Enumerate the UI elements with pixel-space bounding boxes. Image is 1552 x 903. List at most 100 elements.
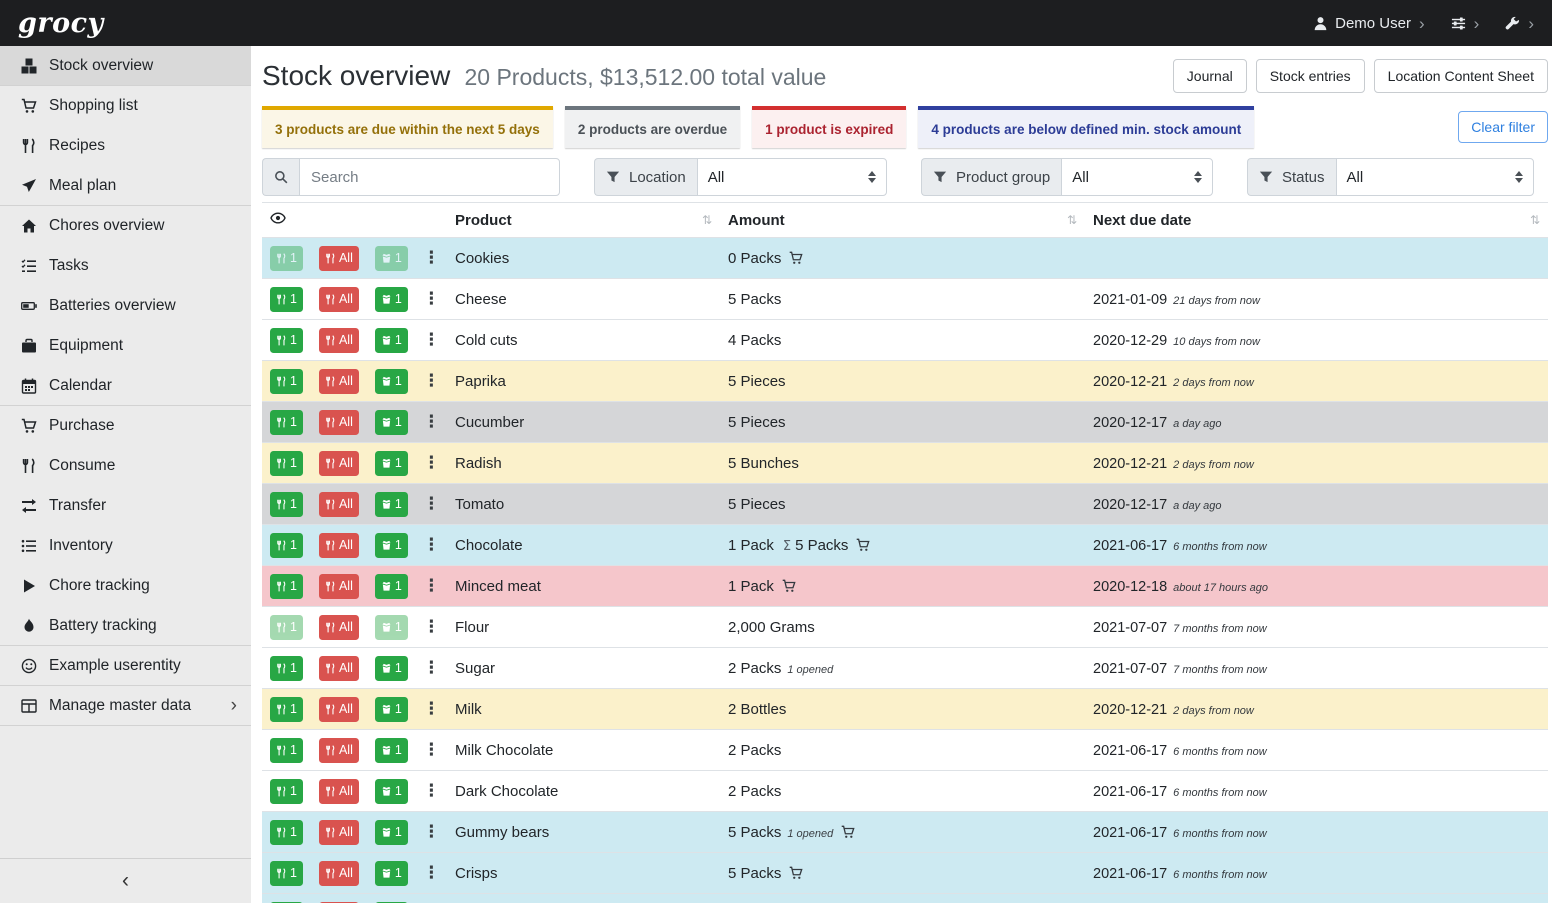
consume-all-button[interactable]: All xyxy=(319,287,359,312)
sidebar-item-equipment[interactable]: Equipment xyxy=(0,326,251,366)
row-menu-button[interactable]: ⋮ xyxy=(420,779,443,804)
open-one-button[interactable]: 1 xyxy=(375,779,408,804)
row-menu-button[interactable]: ⋮ xyxy=(420,533,443,558)
sidebar-item-calendar[interactable]: Calendar xyxy=(0,366,251,406)
open-one-button[interactable]: 1 xyxy=(375,656,408,681)
open-one-button[interactable]: 1 xyxy=(375,451,408,476)
admin-menu[interactable]: › xyxy=(1505,15,1534,32)
sidebar-item-battery-tracking[interactable]: Battery tracking xyxy=(0,606,251,646)
user-menu[interactable]: Demo User › xyxy=(1313,15,1425,32)
product-group-select[interactable]: All xyxy=(1061,158,1213,196)
consume-one-button[interactable]: 1 xyxy=(270,656,303,681)
consume-one-button[interactable]: 1 xyxy=(270,533,303,558)
consume-all-button[interactable]: All xyxy=(319,533,359,558)
row-menu-button[interactable]: ⋮ xyxy=(420,246,443,271)
consume-all-button[interactable]: All xyxy=(319,779,359,804)
sidebar-item-chores-overview[interactable]: Chores overview xyxy=(0,206,251,246)
consume-one-button[interactable]: 1 xyxy=(270,615,303,640)
open-one-button[interactable]: 1 xyxy=(375,738,408,763)
status-select[interactable]: All xyxy=(1336,158,1534,196)
status-banner-warning[interactable]: 3 products are due within the next 5 day… xyxy=(262,106,553,148)
consume-all-button[interactable]: All xyxy=(319,656,359,681)
open-one-button[interactable]: 1 xyxy=(375,246,408,271)
row-menu-button[interactable]: ⋮ xyxy=(420,451,443,476)
sidebar-item-transfer[interactable]: Transfer xyxy=(0,486,251,526)
consume-one-button[interactable]: 1 xyxy=(270,738,303,763)
sidebar-collapse-button[interactable]: ‹ xyxy=(0,858,251,903)
status-banner-info[interactable]: 4 products are below defined min. stock … xyxy=(918,106,1254,148)
consume-one-button[interactable]: 1 xyxy=(270,410,303,435)
sidebar-item-example-userentity[interactable]: Example userentity xyxy=(0,646,251,686)
consume-all-button[interactable]: All xyxy=(319,615,359,640)
consume-all-button[interactable]: All xyxy=(319,574,359,599)
open-one-button[interactable]: 1 xyxy=(375,615,408,640)
row-menu-button[interactable]: ⋮ xyxy=(420,492,443,517)
open-one-button[interactable]: 1 xyxy=(375,820,408,845)
consume-one-button[interactable]: 1 xyxy=(270,287,303,312)
column-header-next-due-date[interactable]: Next due date ⇅ xyxy=(1085,203,1548,238)
consume-one-button[interactable]: 1 xyxy=(270,369,303,394)
sidebar-item-manage-master-data[interactable]: Manage master data › xyxy=(0,686,251,726)
open-one-button[interactable]: 1 xyxy=(375,574,408,599)
settings-menu[interactable]: › xyxy=(1451,15,1480,32)
sidebar-item-batteries-overview[interactable]: Batteries overview xyxy=(0,286,251,326)
column-header-amount[interactable]: Amount ⇅ xyxy=(720,203,1085,238)
sidebar-item-recipes[interactable]: Recipes xyxy=(0,126,251,166)
stock-entries-button[interactable]: Stock entries xyxy=(1256,59,1365,93)
row-menu-button[interactable]: ⋮ xyxy=(420,615,443,640)
consume-all-button[interactable]: All xyxy=(319,861,359,886)
row-menu-button[interactable]: ⋮ xyxy=(420,574,443,599)
row-menu-button[interactable]: ⋮ xyxy=(420,656,443,681)
row-menu-button[interactable]: ⋮ xyxy=(420,410,443,435)
status-banner-secondary[interactable]: 2 products are overdue xyxy=(565,106,740,148)
open-one-button[interactable]: 1 xyxy=(375,533,408,558)
consume-one-button[interactable]: 1 xyxy=(270,328,303,353)
sidebar-item-shopping-list[interactable]: Shopping list xyxy=(0,86,251,126)
journal-button[interactable]: Journal xyxy=(1173,59,1247,93)
status-banner-danger[interactable]: 1 product is expired xyxy=(752,106,906,148)
column-toggle-header[interactable] xyxy=(262,203,447,238)
consume-one-button[interactable]: 1 xyxy=(270,697,303,722)
open-one-button[interactable]: 1 xyxy=(375,287,408,312)
app-logo[interactable]: grocy xyxy=(18,8,104,39)
consume-all-button[interactable]: All xyxy=(319,246,359,271)
consume-one-button[interactable]: 1 xyxy=(270,451,303,476)
sidebar-item-stock-overview[interactable]: Stock overview xyxy=(0,46,251,86)
open-one-button[interactable]: 1 xyxy=(375,492,408,517)
search-input[interactable] xyxy=(299,158,560,196)
location-select[interactable]: All xyxy=(697,158,887,196)
row-menu-button[interactable]: ⋮ xyxy=(420,697,443,722)
sidebar-item-consume[interactable]: Consume xyxy=(0,446,251,486)
consume-all-button[interactable]: All xyxy=(319,820,359,845)
clear-filter-button[interactable]: Clear filter xyxy=(1458,111,1548,143)
open-one-button[interactable]: 1 xyxy=(375,369,408,394)
column-header-product[interactable]: Product ⇅ xyxy=(447,203,720,238)
consume-one-button[interactable]: 1 xyxy=(270,574,303,599)
row-menu-button[interactable]: ⋮ xyxy=(420,287,443,312)
sidebar-item-purchase[interactable]: Purchase xyxy=(0,406,251,446)
open-one-button[interactable]: 1 xyxy=(375,697,408,722)
consume-one-button[interactable]: 1 xyxy=(270,246,303,271)
consume-all-button[interactable]: All xyxy=(319,738,359,763)
row-menu-button[interactable]: ⋮ xyxy=(420,861,443,886)
row-menu-button[interactable]: ⋮ xyxy=(420,328,443,353)
consume-all-button[interactable]: All xyxy=(319,410,359,435)
sidebar-item-tasks[interactable]: Tasks xyxy=(0,246,251,286)
consume-all-button[interactable]: All xyxy=(319,697,359,722)
row-menu-button[interactable]: ⋮ xyxy=(420,738,443,763)
location-content-sheet-button[interactable]: Location Content Sheet xyxy=(1374,59,1548,93)
row-menu-button[interactable]: ⋮ xyxy=(420,820,443,845)
sidebar-item-chore-tracking[interactable]: Chore tracking xyxy=(0,566,251,606)
consume-one-button[interactable]: 1 xyxy=(270,492,303,517)
sidebar-item-inventory[interactable]: Inventory xyxy=(0,526,251,566)
consume-all-button[interactable]: All xyxy=(319,492,359,517)
consume-all-button[interactable]: All xyxy=(319,328,359,353)
open-one-button[interactable]: 1 xyxy=(375,861,408,886)
consume-all-button[interactable]: All xyxy=(319,451,359,476)
consume-one-button[interactable]: 1 xyxy=(270,820,303,845)
open-one-button[interactable]: 1 xyxy=(375,328,408,353)
consume-all-button[interactable]: All xyxy=(319,369,359,394)
consume-one-button[interactable]: 1 xyxy=(270,861,303,886)
open-one-button[interactable]: 1 xyxy=(375,410,408,435)
sidebar-item-meal-plan[interactable]: Meal plan xyxy=(0,166,251,206)
